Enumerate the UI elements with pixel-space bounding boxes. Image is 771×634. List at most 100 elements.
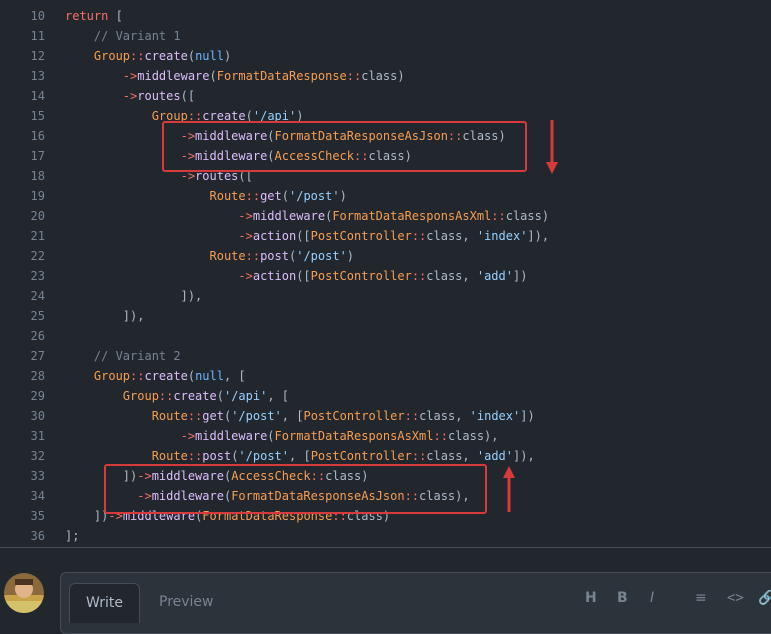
line-number: 28 — [30, 369, 45, 383]
code-token: FormatDataResponse — [216, 69, 347, 83]
code-token: ([ — [180, 89, 196, 103]
code-token: get — [260, 189, 282, 203]
code-token: post — [202, 449, 232, 463]
code-text: Route::get('/post', [PostController::cla… — [65, 406, 535, 426]
line-number: 11 — [30, 29, 45, 43]
code-token: PostController — [310, 229, 412, 243]
line-number: 20 — [30, 209, 45, 223]
code-line: 22 Route::post('/post') — [0, 246, 771, 266]
arrow-up-icon — [503, 466, 515, 512]
code-token: :: — [158, 389, 174, 403]
code-line: 28 Group::create(null, [ — [0, 366, 771, 386]
italic-icon[interactable]: I — [650, 590, 654, 606]
code-token: // Variant 1 — [65, 29, 181, 43]
line-number: 25 — [30, 309, 45, 323]
code-text: // Variant 2 — [65, 346, 181, 366]
code-token: post — [260, 249, 289, 263]
code-line: 12 Group::create(null) — [0, 46, 771, 66]
code-token: ( — [187, 49, 196, 63]
code-token: :: — [404, 409, 420, 423]
code-text: ->routes([ — [65, 86, 195, 106]
code-token: Group — [93, 369, 131, 383]
code-line: 29 Group::create('/api', [ — [0, 386, 771, 406]
code-token: , [ — [267, 389, 290, 403]
line-number: 32 — [30, 449, 45, 463]
code-token: :: — [346, 69, 362, 83]
tab-write[interactable]: Write — [69, 583, 140, 623]
code-token: 'add' — [476, 269, 513, 283]
code-token: null — [195, 49, 224, 63]
code-token: -> — [122, 69, 138, 83]
tab-preview[interactable]: Preview — [143, 583, 230, 623]
line-number: 13 — [30, 69, 45, 83]
line-number: 10 — [30, 9, 45, 23]
code-token: '/post' — [296, 249, 347, 263]
code-token: get — [202, 409, 224, 423]
line-number: 34 — [30, 489, 45, 503]
comment-editor: Write Preview H B I ≡ <> 🔗 — [0, 548, 771, 634]
comment-box: Write Preview — [60, 572, 771, 634]
avatar[interactable] — [4, 573, 44, 613]
line-number: 29 — [30, 389, 45, 403]
bold-icon[interactable]: B — [617, 590, 628, 606]
code-line: 10 return [ — [0, 6, 771, 26]
code-view: 10 return [11 // Variant 1 12 Group::creat… — [0, 0, 771, 548]
code-token: , [ — [281, 409, 304, 423]
line-number: 15 — [30, 109, 45, 123]
code-text: return [ — [65, 6, 123, 26]
list-icon[interactable]: ≡ — [695, 590, 707, 606]
code-token: null — [195, 369, 224, 383]
heading-icon[interactable]: H — [585, 590, 597, 606]
code-text: Group::create(null, [ — [65, 366, 246, 386]
code-token: -> — [238, 229, 253, 243]
code-token: class, — [419, 409, 470, 423]
code-text: ->middleware(FormatDataResponsAsXml::cla… — [65, 206, 549, 226]
code-token: :: — [130, 369, 145, 383]
code-token: :: — [433, 429, 448, 443]
code-text: Group::create(null) — [65, 46, 231, 66]
code-token: :: — [411, 229, 427, 243]
code-token: -> — [180, 429, 196, 443]
code-token: // Variant 2 — [65, 349, 181, 363]
line-number: 33 — [30, 469, 45, 483]
code-token: ([ — [296, 229, 311, 243]
code-text: ->middleware(FormatDataResponsAsXml::cla… — [65, 426, 499, 446]
code-token: ]), — [65, 289, 203, 303]
line-number: 17 — [30, 149, 45, 163]
line-number: 14 — [30, 89, 45, 103]
code-text: ]; — [65, 526, 79, 546]
code-text: Route::get('/post') — [65, 186, 347, 206]
code-token: class) — [505, 209, 550, 223]
line-number: 19 — [30, 189, 45, 203]
arrow-down-icon — [546, 120, 558, 174]
highlight-box-variant2 — [104, 464, 487, 514]
code-token: :: — [411, 449, 427, 463]
code-token: create — [144, 49, 188, 63]
code-line: 11 // Variant 1 — [0, 26, 771, 46]
code-token: middleware — [137, 69, 210, 83]
code-line: 26 — [0, 326, 771, 346]
code-icon[interactable]: <> — [727, 590, 744, 606]
line-number: 21 — [30, 229, 45, 243]
code-token: ) — [346, 249, 355, 263]
code-token: create — [173, 389, 217, 403]
code-token: '/post' — [238, 449, 289, 463]
code-token: , [ — [223, 369, 246, 383]
code-token: ]) — [65, 509, 109, 523]
line-number: 16 — [30, 129, 45, 143]
code-token: class, — [426, 269, 477, 283]
code-token: :: — [187, 409, 203, 423]
code-token: class), — [447, 429, 499, 443]
code-token: Route — [209, 249, 246, 263]
code-token: PostController — [310, 449, 412, 463]
link-icon[interactable]: 🔗 — [758, 590, 771, 606]
line-number: 31 — [30, 429, 45, 443]
